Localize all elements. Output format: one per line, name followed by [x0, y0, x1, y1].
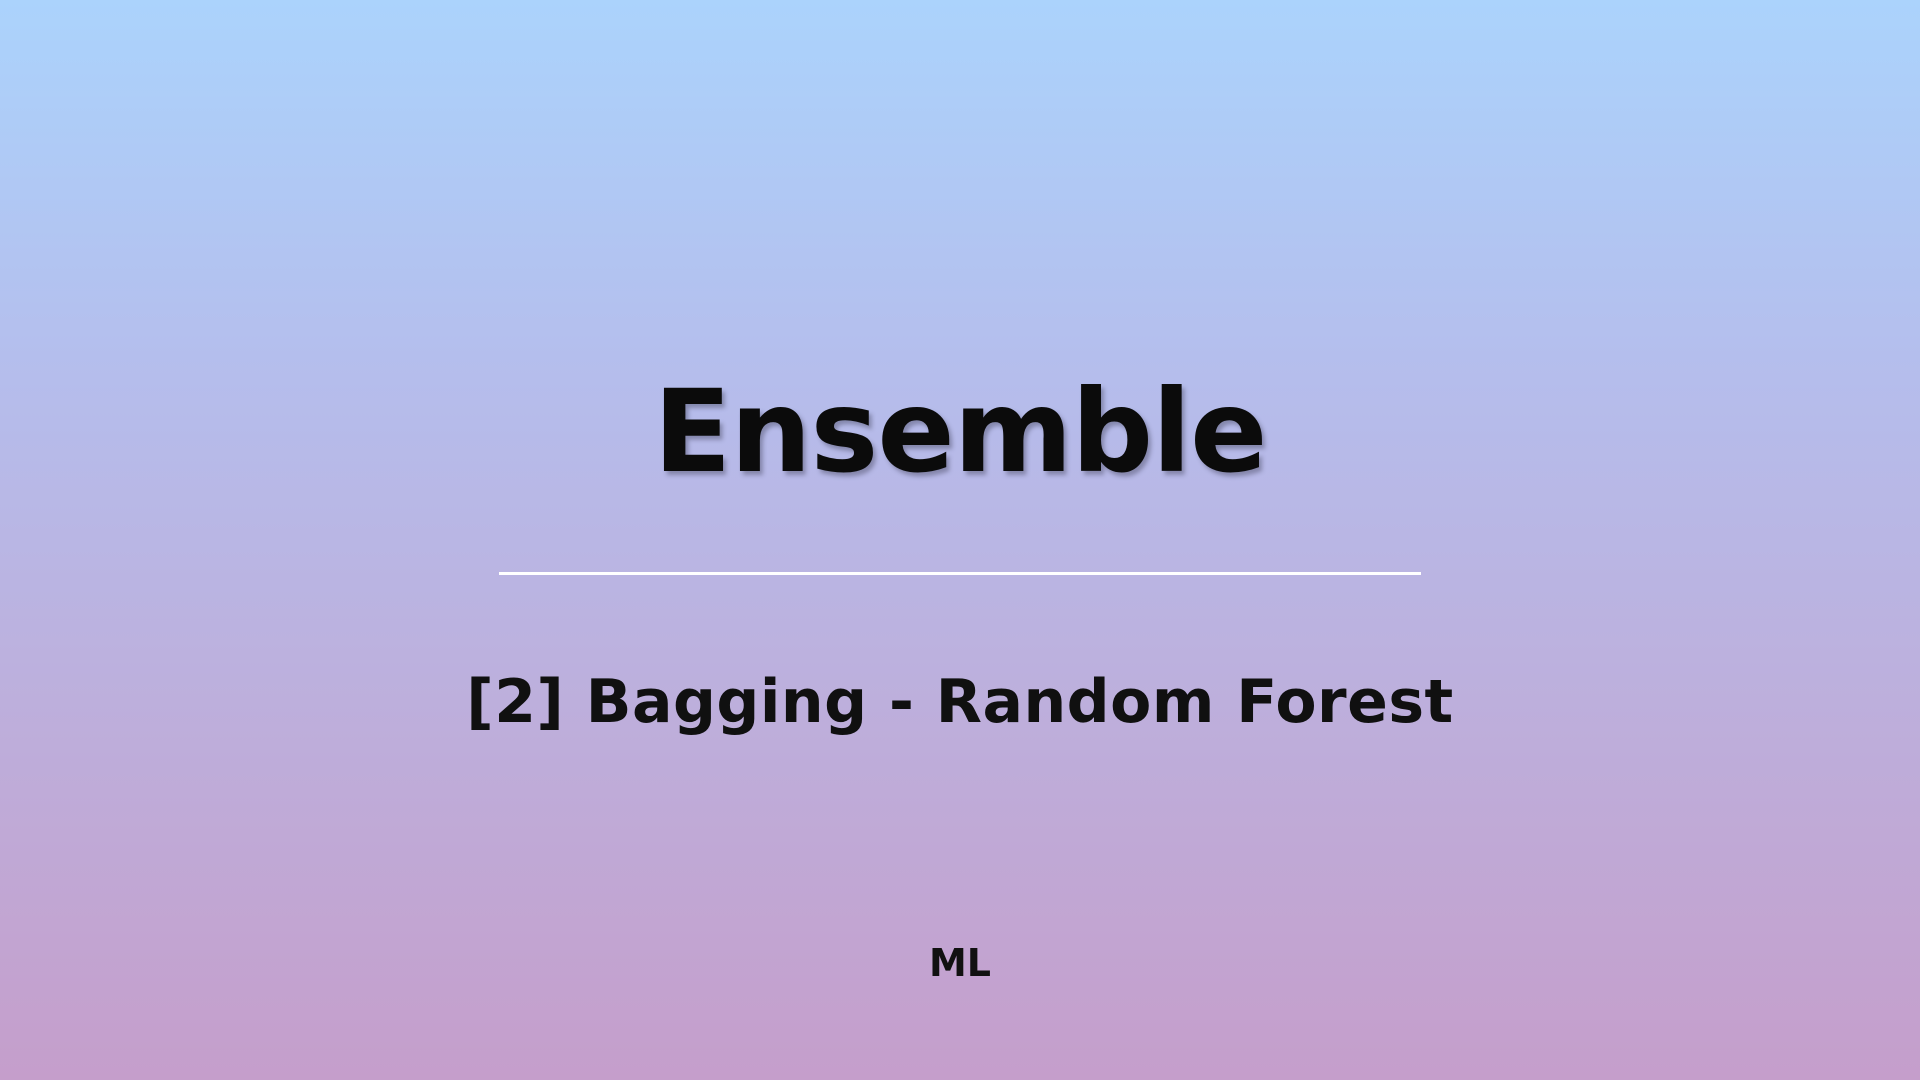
title-divider: [499, 572, 1421, 575]
title-slide: Ensemble [2] Bagging - Random Forest ML: [0, 0, 1920, 1080]
slide-subtitle: [2] Bagging - Random Forest: [466, 667, 1454, 737]
slide-footer-label: ML: [928, 941, 992, 985]
slide-title: Ensemble: [653, 365, 1268, 498]
